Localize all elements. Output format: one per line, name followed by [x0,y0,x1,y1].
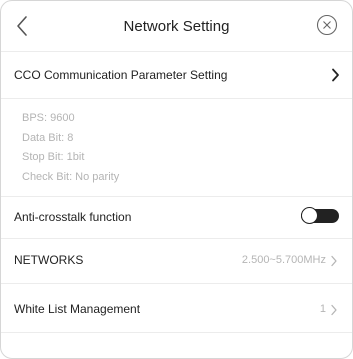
network-setting-screen: Network Setting CCO Communication Parame… [0,0,353,359]
networks-row[interactable]: NETWORKS 2.500~5.700MHz [1,242,352,278]
header-bar: Network Setting [1,1,352,51]
chevron-right-icon [331,255,337,267]
cco-divider [1,98,352,99]
header-divider [1,51,352,52]
anti-crosstalk-divider [1,238,352,239]
white-list-management-row[interactable]: White List Management 1 [1,291,352,327]
check-bit-value: Check Bit: No parity [22,170,120,183]
page-title: Network Setting [123,18,230,35]
data-bit-value: Data Bit: 8 [22,131,74,144]
toggle-knob [301,207,318,224]
networks-divider [1,283,352,284]
anti-crosstalk-label: Anti-crosstalk function [14,210,132,224]
anti-crosstalk-row: Anti-crosstalk function [1,199,352,235]
cco-parameters-list: BPS: 9600 Data Bit: 8 Stop Bit: 1bit Che… [22,109,119,187]
params-divider [1,196,352,197]
chevron-right-icon [332,68,339,82]
close-icon[interactable] [316,14,338,36]
chevron-right-icon [331,304,337,316]
white-list-count-value: 1 [319,303,326,315]
anti-crosstalk-toggle[interactable] [301,207,339,225]
bps-value: BPS: 9600 [22,112,75,124]
cco-parameter-setting-label: CCO Communication Parameter Setting [14,68,228,82]
stop-bit-value: Stop Bit: 1bit [22,151,85,163]
white-list-management-label: White List Management [14,302,141,316]
white-list-divider [1,332,352,333]
networks-label: NETWORKS [14,253,84,267]
networks-frequency-value: 2.500~5.700MHz [241,254,326,266]
cco-parameter-setting-row[interactable]: CCO Communication Parameter Setting [1,57,352,93]
